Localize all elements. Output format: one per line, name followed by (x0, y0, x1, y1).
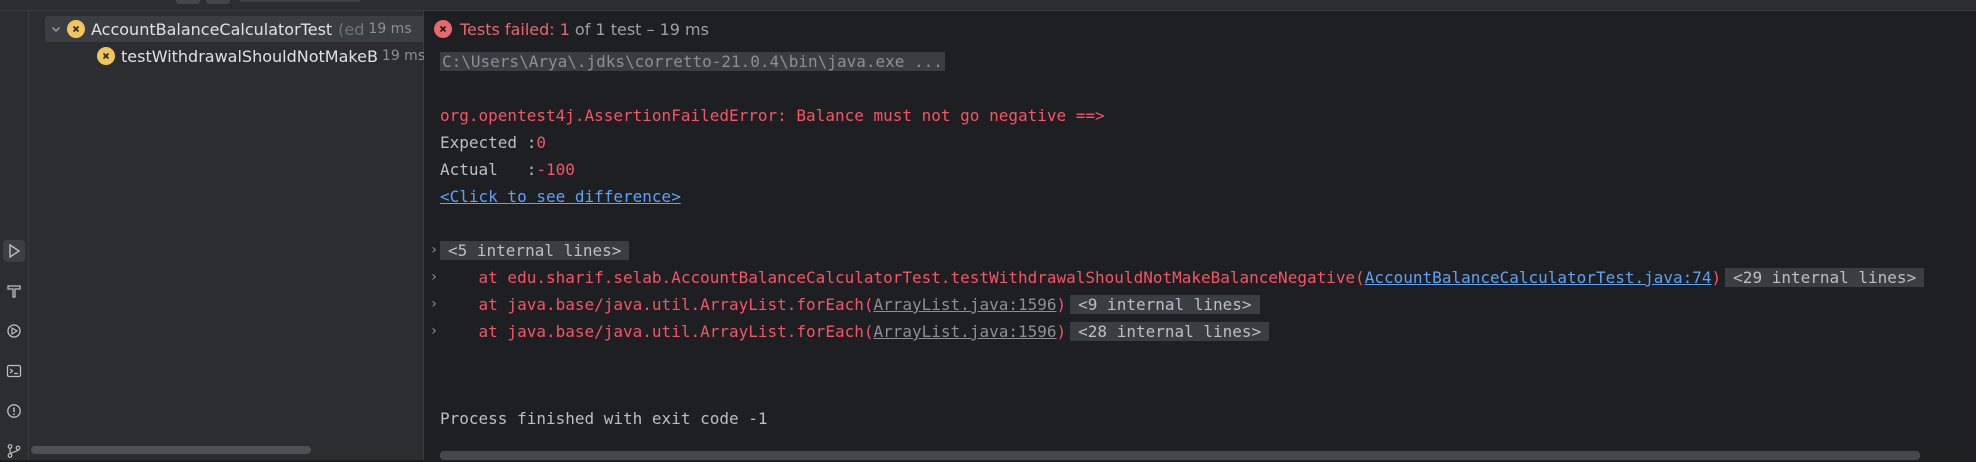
terminal-icon (6, 364, 22, 378)
test-class-duration: 19 ms (368, 21, 412, 37)
tree-item-test-method[interactable]: testWithdrawalShouldNotMakeB 19 ms (97, 43, 431, 69)
run-tool-button[interactable] (3, 240, 25, 262)
test-method-duration: 19 ms (381, 48, 426, 64)
hammer-icon (7, 285, 21, 298)
expected-value: 0 (536, 133, 546, 152)
fold-expand-icon[interactable]: › (428, 269, 440, 285)
actual-value: -100 (536, 160, 575, 179)
tree-item-test-class[interactable]: AccountBalanceCalculatorTest (ed 19 ms (45, 16, 431, 42)
process-exit-line: Process finished with exit code -1 (440, 409, 768, 428)
build-tool-button[interactable] (3, 280, 25, 302)
java-command[interactable]: C:\Users\Arya\.jdks\corretto-21.0.4\bin\… (440, 52, 945, 71)
problems-icon (7, 404, 21, 418)
git-tool-button[interactable] (3, 440, 25, 462)
test-class-suffix: (ed (338, 19, 365, 39)
problems-tool-button[interactable] (3, 400, 25, 422)
git-branch-icon (7, 444, 21, 458)
services-tool-button[interactable] (3, 320, 25, 342)
toolbar-text-fragment (240, 0, 360, 2)
console-panel: Tests failed: 1 of 1 test – 19 ms C:\Use… (424, 11, 1976, 460)
tests-summary: of 1 test – 19 ms (574, 19, 709, 39)
run-icon (9, 243, 21, 259)
trace-source-link-3[interactable]: ArrayList.java:1596 (873, 322, 1056, 341)
trace-source-link-1[interactable]: AccountBalanceCalculatorTest.java:74 (1365, 268, 1712, 287)
click-to-see-difference-link[interactable]: <Click to see difference> (440, 187, 681, 206)
expected-line: Expected :0 (440, 130, 546, 156)
internal-lines-9[interactable]: <9 internal lines> (1070, 295, 1260, 314)
test-class-name: AccountBalanceCalculatorTest (91, 19, 333, 39)
assertion-error-line: org.opentest4j.AssertionFailedError: Bal… (440, 106, 1105, 125)
diff-link-line[interactable]: <Click to see difference> (440, 184, 681, 210)
internal-lines-29[interactable]: <29 internal lines> (1725, 268, 1925, 287)
warning-circle-icon (67, 20, 85, 38)
fold-expand-icon[interactable]: › (428, 323, 440, 339)
toolbar-button-fragment[interactable] (206, 0, 230, 4)
stack-trace-line-1: at edu.sharif.selab.AccountBalanceCalcul… (440, 265, 1925, 291)
test-method-name: testWithdrawalShouldNotMakeB (121, 46, 378, 66)
terminal-tool-button[interactable] (3, 360, 25, 382)
services-icon (7, 324, 21, 338)
actual-line: Actual :-100 (440, 157, 575, 183)
chevron-down-icon[interactable] (45, 23, 67, 35)
top-toolbar-fragment (0, 0, 1976, 11)
console-horizontal-scrollbar[interactable] (440, 451, 1920, 460)
trace-source-link-2[interactable]: ArrayList.java:1596 (873, 295, 1056, 314)
internal-lines-5[interactable]: <5 internal lines> (440, 238, 630, 264)
test-tree-panel: AccountBalanceCalculatorTest (ed 19 ms t… (29, 11, 431, 460)
fold-expand-icon[interactable]: › (428, 296, 440, 312)
left-tool-strip (0, 11, 29, 460)
test-status-bar: Tests failed: 1 of 1 test – 19 ms (434, 15, 709, 43)
failed-icon (434, 20, 452, 38)
actual-label: Actual : (440, 160, 537, 179)
expected-label: Expected : (440, 133, 537, 152)
stack-trace-line-3: at java.base/java.util.ArrayList.forEach… (440, 319, 1270, 345)
toolbar-button-fragment[interactable] (176, 0, 200, 4)
stack-trace-line-2: at java.base/java.util.ArrayList.forEach… (440, 292, 1260, 318)
internal-lines-28[interactable]: <28 internal lines> (1070, 322, 1270, 341)
warning-circle-icon (97, 47, 115, 65)
tests-failed-count: Tests failed: 1 (460, 19, 570, 39)
console-command-line[interactable]: C:\Users\Arya\.jdks\corretto-21.0.4\bin\… (440, 49, 945, 75)
tree-horizontal-scrollbar[interactable] (31, 446, 311, 454)
fold-expand-icon[interactable]: › (428, 242, 440, 258)
